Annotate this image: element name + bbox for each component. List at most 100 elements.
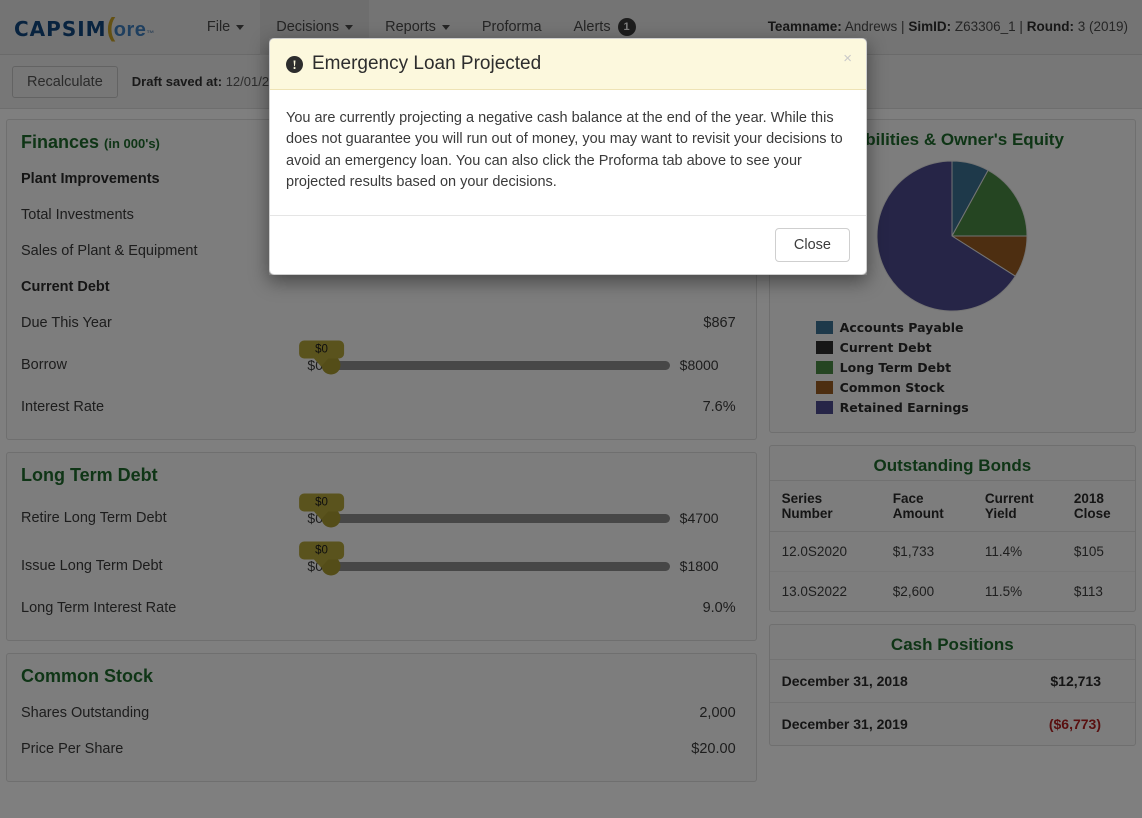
round-label: Round:	[1026, 19, 1074, 34]
cash-positions-table: December 31, 2018 $12,713 December 31, 2…	[769, 659, 1135, 745]
capsim-logo[interactable]: CAPSIM(ore ™	[14, 12, 155, 43]
bonds-col-face-line1: Face	[892, 491, 924, 506]
finances-title-units: (in 000's)	[104, 136, 160, 151]
due-this-year-label: Due This Year	[21, 315, 112, 331]
sales-plant-equipment-label: Sales of Plant & Equipment	[21, 243, 198, 259]
legend-swatch-icon	[815, 381, 833, 394]
chevron-down-icon	[441, 24, 450, 30]
shares-outstanding-label: Shares Outstanding	[21, 705, 150, 721]
table-row: 13.0S2022 $2,600 11.5% $113	[770, 572, 1135, 612]
modal-header: ! Emergency Loan Projected ×	[270, 39, 866, 90]
bonds-col-close: 2018 Close	[1061, 480, 1135, 532]
due-this-year-value: $867	[703, 315, 736, 331]
table-row: December 31, 2019 ($6,773)	[769, 702, 1135, 745]
long-term-interest-rate-value: 9.0%	[702, 600, 736, 616]
row-long-term-interest-rate: Long Term Interest Rate 9.0%	[21, 590, 742, 626]
issue-slider-knob[interactable]: $0	[299, 541, 344, 576]
modal-body: You are currently projecting a negative …	[270, 90, 866, 215]
outstanding-bonds-panel: Outstanding Bonds Series Number Face Amoun…	[768, 445, 1136, 612]
plant-improvements-header: Plant Improvements	[21, 171, 160, 187]
legend-label: Current Debt	[839, 340, 932, 355]
teamname-label: Teamname:	[767, 19, 842, 34]
table-row: 12.0S2020 $1,733 11.4% $105	[769, 531, 1135, 572]
legend-swatch-icon	[815, 401, 833, 414]
cash-value-2019: ($6,773)	[990, 702, 1135, 745]
retire-slider-track[interactable]: $0	[299, 493, 670, 528]
app-root: CAPSIM(ore ™ File Decisions Reports Profo…	[0, 0, 1142, 818]
nav-item-file[interactable]: File	[191, 0, 260, 55]
legend-item: Accounts Payable	[815, 320, 992, 335]
bonds-col-face-line2: Amount	[892, 506, 944, 521]
bonds-col-series-number: Series Number	[769, 480, 881, 532]
borrow-slider-bubble: $0	[299, 340, 344, 359]
issue-slider-track[interactable]: $0	[299, 541, 670, 576]
bond-face-amount: $1,733	[880, 531, 973, 572]
modal-footer: Close	[270, 215, 866, 274]
common-stock-title: Common Stock	[21, 666, 154, 686]
price-per-share-value: $20.00	[691, 741, 736, 757]
retire-long-term-debt-label: Retire Long Term Debt	[21, 510, 167, 526]
legend-swatch-icon	[815, 321, 833, 334]
row-borrow: Borrow $0 $0 $8000	[21, 340, 742, 389]
legend-item: Retained Earnings	[815, 400, 992, 415]
emergency-loan-modal: ! Emergency Loan Projected × You are cur…	[269, 38, 867, 276]
legend-item: Long Term Debt	[815, 360, 992, 375]
bond-series-number: 13.0S2022	[781, 584, 847, 599]
issue-long-term-debt-label: Issue Long Term Debt	[21, 558, 163, 574]
bonds-table-head: Series Number Face Amount Current Yield 201…	[769, 480, 1135, 532]
row-shares-outstanding: Shares Outstanding 2,000	[21, 695, 742, 731]
legend-swatch-icon	[815, 361, 833, 374]
borrow-slider-knob[interactable]: $0	[299, 340, 344, 375]
finances-title-text: Finances	[21, 132, 100, 152]
outstanding-bonds-title: Outstanding Bonds	[873, 456, 1032, 475]
draft-saved-label: Draft saved at:	[131, 74, 223, 89]
bonds-col-close-line1: 2018	[1073, 491, 1104, 506]
info-separator-2: |	[1019, 19, 1023, 34]
close-button[interactable]: Close	[774, 228, 850, 263]
legend-label: Retained Earnings	[839, 400, 969, 415]
teamname-value: Andrews	[844, 19, 898, 34]
nav-label-proforma: Proforma	[481, 19, 542, 35]
recalculate-button[interactable]: Recalculate	[12, 65, 118, 98]
legend-label: Accounts Payable	[839, 320, 964, 335]
bond-series-number: 12.0S2020	[769, 531, 881, 572]
alerts-count-badge: 1	[617, 18, 636, 36]
bonds-col-current-yield: Current Yield	[972, 480, 1062, 532]
bonds-header-row: Series Number Face Amount Current Yield 201…	[769, 480, 1135, 532]
total-investments-label: Total Investments	[21, 207, 134, 223]
interest-rate-label: Interest Rate	[21, 399, 105, 415]
cash-date-2018: December 31, 2018	[769, 659, 991, 703]
round-value: 3 (2019)	[1077, 19, 1128, 34]
cash-positions-panel: Cash Positions December 31, 2018 $12,713…	[768, 624, 1136, 746]
pie-chart-legend: Accounts Payable Current Debt Long Term De…	[770, 316, 1135, 432]
bond-close: $113	[1073, 584, 1103, 599]
shares-outstanding-value: 2,000	[699, 705, 736, 721]
logo-text-capsim: CAPSIM	[14, 16, 107, 41]
bonds-col-series-line1: Series	[781, 491, 823, 506]
cash-date-2019: December 31, 2019	[769, 702, 991, 745]
row-retire-long-term-debt: Retire Long Term Debt $0 $0 $4700	[21, 493, 742, 542]
issue-long-term-debt-slider[interactable]: $0 $0 $1800	[289, 541, 742, 576]
simid-label: SimID:	[908, 19, 952, 34]
retire-slider-bubble: $0	[299, 493, 344, 512]
chevron-down-icon	[345, 24, 354, 30]
nav-label-decisions: Decisions	[276, 19, 340, 35]
bond-current-yield: 11.4%	[972, 531, 1062, 572]
borrow-slider-max: $8000	[679, 357, 719, 373]
retire-slider-max: $4700	[679, 510, 719, 526]
close-icon[interactable]: ×	[843, 51, 852, 66]
retire-long-term-debt-slider[interactable]: $0 $0 $4700	[289, 493, 742, 528]
retire-slider-knob[interactable]: $0	[299, 493, 344, 528]
bonds-col-series-line2: Number	[781, 506, 833, 521]
borrow-slider[interactable]: $0 $0 $8000	[289, 340, 742, 375]
long-term-debt-panel: Long Term Debt Retire Long Term Debt $0 …	[6, 452, 757, 641]
bonds-col-face-amount: Face Amount	[880, 480, 973, 532]
nav-label-reports: Reports	[385, 19, 436, 35]
row-interest-rate: Interest Rate 7.6%	[21, 389, 742, 425]
pie-chart-svg	[876, 160, 1028, 312]
legend-label: Common Stock	[839, 380, 945, 395]
team-info: Teamname: Andrews | SimID: Z63306_1 | Ro…	[768, 19, 1128, 34]
warning-icon: !	[286, 55, 303, 73]
bond-face-amount: $2,600	[892, 584, 935, 599]
borrow-slider-track[interactable]: $0	[299, 340, 670, 375]
